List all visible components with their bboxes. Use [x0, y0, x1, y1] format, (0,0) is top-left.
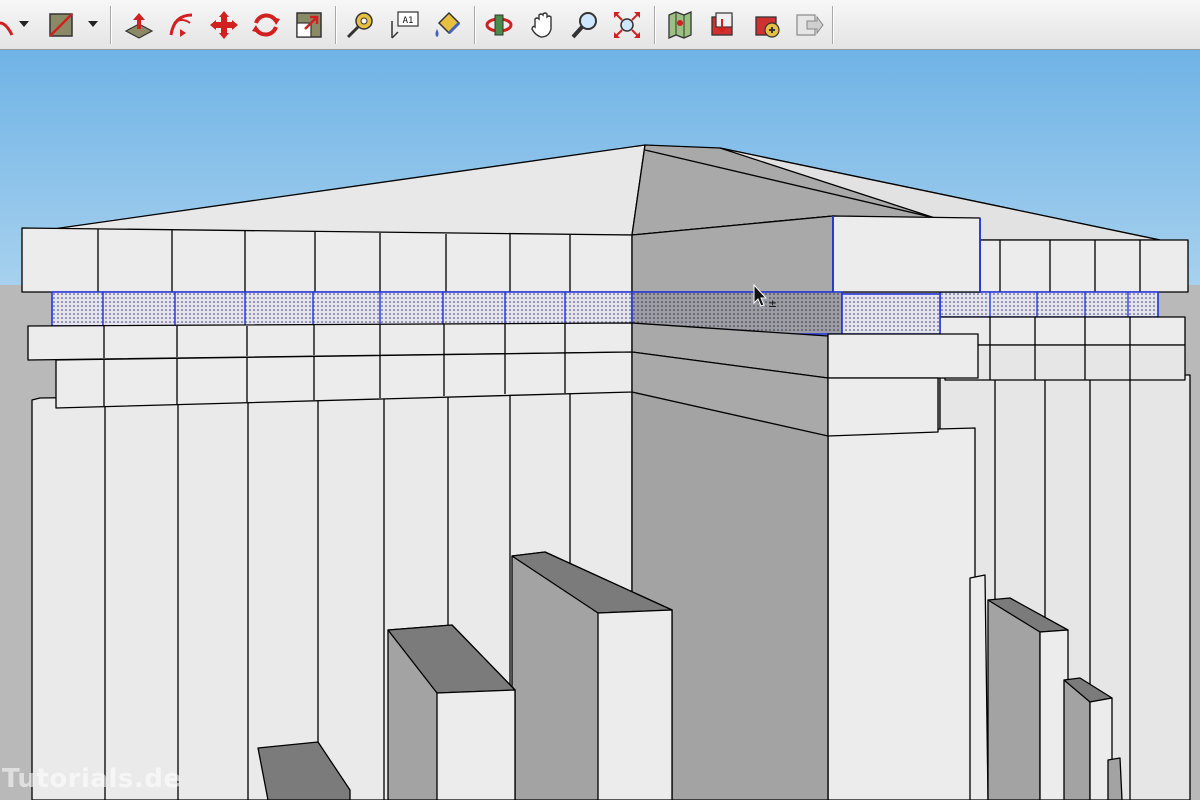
- building-model[interactable]: [21, 144, 1191, 800]
- scale-icon: [296, 12, 322, 38]
- rotate-tool-button[interactable]: [248, 7, 284, 43]
- toolbar-separator: [654, 6, 656, 44]
- paint-bucket-icon: [435, 11, 461, 37]
- zoom-extents-tool-button[interactable]: [609, 7, 645, 43]
- right-step-block-side: [987, 599, 1041, 800]
- push-pull-tool-button[interactable]: [121, 7, 157, 43]
- entablature-top-front: [21, 227, 633, 293]
- rectangle-icon: [49, 13, 73, 37]
- rotate-icon: [252, 13, 280, 37]
- pan-tool-button[interactable]: [525, 7, 561, 43]
- step-block-medium-front: [436, 689, 516, 800]
- selected-band-front[interactable]: [51, 291, 633, 327]
- move-tool-button[interactable]: [206, 7, 242, 43]
- get-models-icon: [711, 12, 733, 36]
- rectangle-tool-button[interactable]: [43, 7, 79, 43]
- arc-tool-button[interactable]: [0, 7, 18, 43]
- tape-measure-icon: [346, 12, 373, 39]
- toolbar-separator: [335, 6, 337, 44]
- arc-tool-dropdown[interactable]: [17, 17, 31, 31]
- arc-icon: [0, 21, 14, 36]
- orbit-icon: [485, 14, 513, 36]
- zoom-extents-icon: [614, 12, 640, 38]
- follow-me-icon: [169, 13, 193, 37]
- orbit-tool-button[interactable]: [481, 7, 517, 43]
- share-model-icon: [755, 16, 780, 38]
- zoom-tool-button[interactable]: [567, 7, 603, 43]
- get-models-tool-button[interactable]: [704, 7, 740, 43]
- text-tool-button[interactable]: A1: [386, 7, 422, 43]
- move-icon: [210, 11, 238, 39]
- step-block-large-front: [597, 609, 673, 800]
- map-location-icon: [668, 11, 692, 39]
- tape-measure-tool-button[interactable]: [342, 7, 378, 43]
- toolbar-separator: [474, 6, 476, 44]
- toolbar: A1: [0, 0, 1200, 50]
- paint-bucket-tool-button[interactable]: [429, 7, 465, 43]
- share-model-tool-button[interactable]: [749, 7, 785, 43]
- rectangle-tool-dropdown[interactable]: [86, 17, 100, 31]
- chevron-down-icon: [88, 21, 98, 27]
- svg-text:±: ±: [768, 297, 777, 310]
- send-to-layout-tool-button[interactable]: [791, 7, 827, 43]
- toolbar-end-separator: [832, 6, 834, 44]
- add-location-tool-button[interactable]: [662, 7, 698, 43]
- drawing-area[interactable]: ±: [0, 50, 1200, 800]
- send-to-layout-icon: [796, 14, 824, 36]
- pan-hand-icon: [531, 12, 552, 38]
- toolbar-separator: [110, 6, 112, 44]
- zoom-icon: [571, 12, 597, 39]
- entablature-top-corner: [832, 215, 981, 293]
- chevron-down-icon: [19, 21, 29, 27]
- corner-pillar: [827, 427, 976, 800]
- text-icon: A1: [391, 11, 419, 39]
- push-pull-icon: [124, 13, 154, 39]
- watermark: Tutorials.de: [2, 764, 182, 794]
- follow-me-tool-button[interactable]: [164, 7, 200, 43]
- back-entablature-top: [979, 239, 1189, 293]
- svg-text:A1: A1: [403, 16, 414, 26]
- scale-tool-button[interactable]: [291, 7, 327, 43]
- selected-band-corner[interactable]: [841, 293, 941, 335]
- back-selected-band: [939, 291, 1159, 318]
- model-scene[interactable]: ±: [0, 50, 1200, 800]
